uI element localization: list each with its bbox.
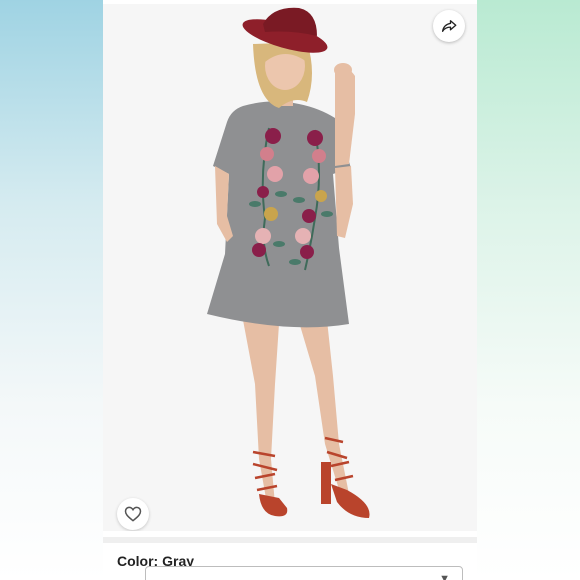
share-arrow-icon [441,20,457,32]
product-photo[interactable] [103,4,477,531]
left-gradient-backdrop [0,0,103,580]
right-gradient-backdrop [477,0,580,580]
like-button[interactable] [117,498,149,530]
section-divider [103,537,477,543]
model-illustration [207,7,370,518]
listing-card: Color: Gray ▼ [103,0,477,580]
color-select-dropdown[interactable]: ▼ [145,566,463,580]
share-button[interactable] [433,10,465,42]
chevron-down-icon: ▼ [439,573,450,580]
heart-outline-icon [124,506,142,522]
